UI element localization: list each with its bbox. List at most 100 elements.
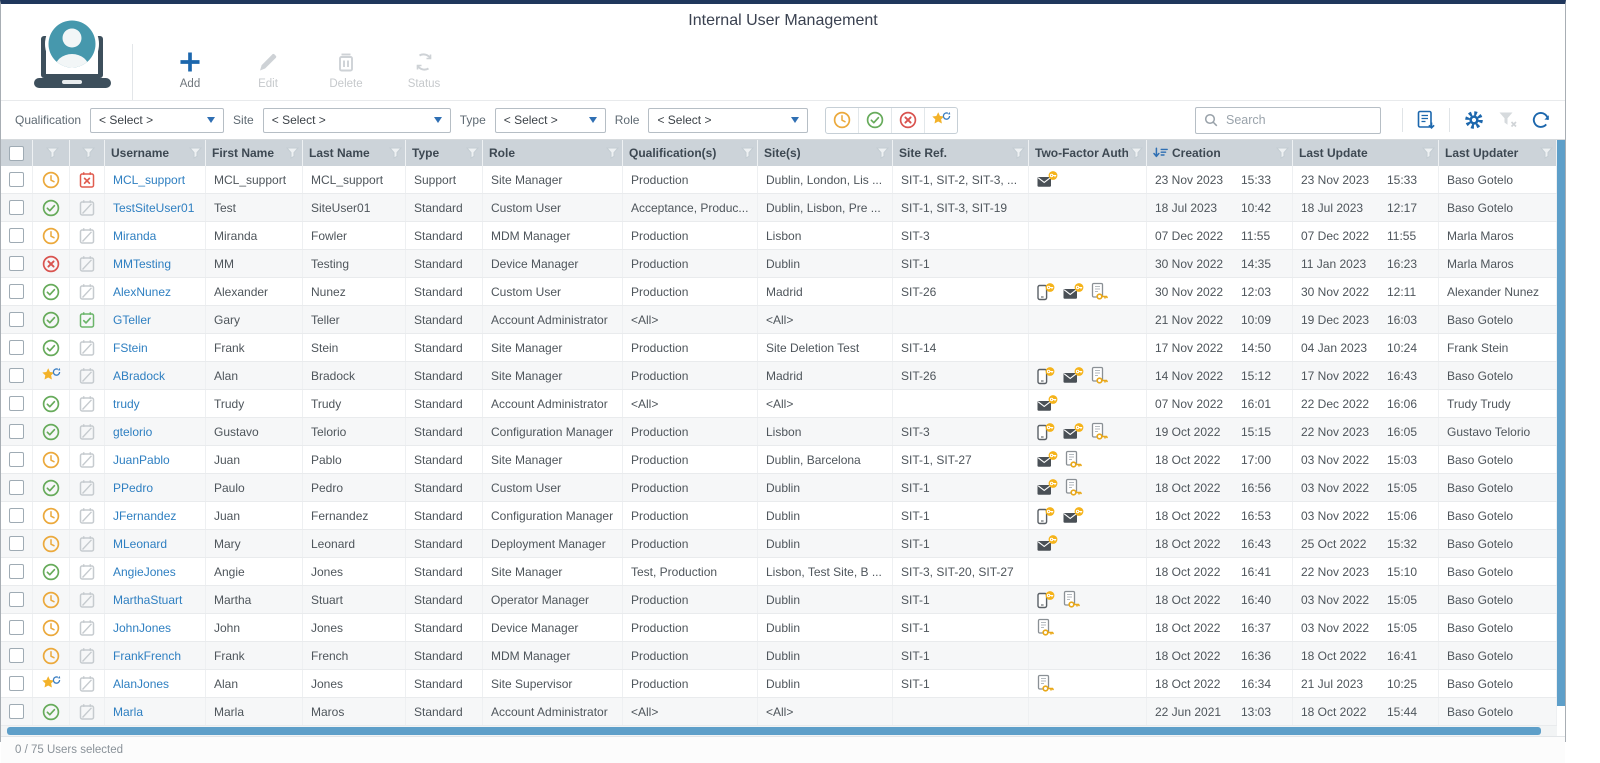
col-header-sites[interactable]: Site(s) — [758, 140, 893, 166]
username-link[interactable]: JohnJones — [113, 621, 171, 635]
filter-funnel-icon[interactable] — [1012, 147, 1025, 159]
username-link[interactable]: AlanJones — [113, 677, 169, 691]
col-header-last_name[interactable]: Last Name — [303, 140, 406, 166]
filter-funnel-icon[interactable] — [466, 147, 479, 159]
table-row[interactable]: GTeller Gary Teller Standard Account Adminis… — [1, 306, 1557, 334]
col-header-type[interactable]: Type — [406, 140, 483, 166]
row-checkbox[interactable] — [9, 228, 24, 243]
username-link[interactable]: JuanPablo — [113, 453, 170, 467]
filter-funnel-icon[interactable] — [876, 147, 889, 159]
username-link[interactable]: GTeller — [113, 313, 151, 327]
col-header-site_ref[interactable]: Site Ref. — [893, 140, 1029, 166]
username-link[interactable]: gtelorio — [113, 425, 152, 439]
table-row[interactable]: Miranda Miranda Fowler Standard MDM Manager P… — [1, 222, 1557, 250]
filter-funnel-icon[interactable] — [1422, 147, 1435, 159]
table-row[interactable]: MMTesting MM Testing Standard Device Manager… — [1, 250, 1557, 278]
table-row[interactable]: JFernandez Juan Fernandez Standard Configura… — [1, 502, 1557, 530]
vertical-scrollbar[interactable] — [1557, 140, 1565, 706]
row-checkbox[interactable] — [9, 620, 24, 635]
col-header-status[interactable] — [33, 140, 70, 166]
row-checkbox[interactable] — [9, 676, 24, 691]
row-checkbox[interactable] — [9, 312, 24, 327]
table-row[interactable]: AngieJones Angie Jones Standard Site Manager… — [1, 558, 1557, 586]
row-checkbox[interactable] — [9, 564, 24, 579]
row-checkbox[interactable] — [9, 256, 24, 271]
add-button[interactable]: Add — [151, 48, 229, 90]
username-link[interactable]: AlexNunez — [113, 285, 171, 299]
row-checkbox[interactable] — [9, 424, 24, 439]
clear-filter-icon[interactable] — [1498, 111, 1518, 129]
table-row[interactable]: MCL_support MCL_support MCL_support Support… — [1, 166, 1557, 194]
table-row[interactable]: ABradock Alan Bradock Standard Site Manager P… — [1, 362, 1557, 390]
qualification-select[interactable]: < Select > — [90, 107, 225, 133]
col-header-last_update[interactable]: Last Update — [1293, 140, 1439, 166]
table-row[interactable]: Marla Marla Maros Standard Account Administr… — [1, 698, 1557, 726]
table-row[interactable]: JohnJones John Jones Standard Device Manager… — [1, 614, 1557, 642]
filter-funnel-icon[interactable] — [45, 147, 59, 159]
filter-funnel-icon[interactable] — [1130, 147, 1143, 159]
col-header-username[interactable]: Username — [105, 140, 206, 166]
table-row[interactable]: TestSiteUser01 Test SiteUser01 Standard Cust… — [1, 194, 1557, 222]
filter-funnel-icon[interactable] — [1540, 147, 1553, 159]
row-checkbox[interactable] — [9, 396, 24, 411]
filter-funnel-icon[interactable] — [741, 147, 754, 159]
sort-descending-icon[interactable] — [1153, 147, 1169, 159]
search-input[interactable] — [1224, 112, 1372, 128]
row-checkbox[interactable] — [9, 452, 24, 467]
username-link[interactable]: PPedro — [113, 481, 153, 495]
filter-funnel-icon[interactable] — [389, 147, 402, 159]
table-row[interactable]: MarthaStuart Martha Stuart Standard Operator… — [1, 586, 1557, 614]
horizontal-scrollbar-thumb[interactable] — [7, 727, 1541, 735]
table-row[interactable]: FStein Frank Stein Standard Site Manager Prod… — [1, 334, 1557, 362]
table-row[interactable]: PPedro Paulo Pedro Standard Custom User Produ… — [1, 474, 1557, 502]
username-link[interactable]: JFernandez — [113, 509, 176, 523]
select-all-checkbox[interactable] — [9, 145, 24, 161]
filter-funnel-icon[interactable] — [81, 147, 95, 159]
row-checkbox[interactable] — [9, 172, 24, 187]
type-select[interactable]: < Select > — [494, 107, 606, 133]
table-row[interactable]: MLeonard Mary Leonard Standard Deployment Ma… — [1, 530, 1557, 558]
vertical-scrollbar-thumb[interactable] — [1557, 140, 1565, 706]
username-link[interactable]: Marla — [113, 705, 143, 719]
revoked-status-filter-button[interactable] — [892, 107, 926, 133]
col-header-qualifications[interactable]: Qualification(s) — [623, 140, 758, 166]
username-link[interactable]: TestSiteUser01 — [113, 201, 194, 215]
row-checkbox[interactable] — [9, 704, 24, 719]
row-checkbox[interactable] — [9, 648, 24, 663]
row-checkbox[interactable] — [9, 536, 24, 551]
username-link[interactable]: MarthaStuart — [113, 593, 182, 607]
username-link[interactable]: ABradock — [113, 369, 165, 383]
username-link[interactable]: trudy — [113, 397, 140, 411]
horizontal-scrollbar[interactable] — [1, 726, 1557, 736]
pending-status-filter-button[interactable] — [826, 107, 860, 133]
row-checkbox[interactable] — [9, 284, 24, 299]
username-link[interactable]: MCL_support — [113, 173, 185, 187]
username-link[interactable]: FrankFrench — [113, 649, 181, 663]
filter-funnel-icon[interactable] — [1276, 147, 1289, 159]
site-select[interactable]: < Select > — [262, 107, 451, 133]
table-row[interactable]: AlexNunez Alexander Nunez Standard Custom Us… — [1, 278, 1557, 306]
table-row[interactable]: JuanPablo Juan Pablo Standard Site Manager Pr… — [1, 446, 1557, 474]
active-status-filter-button[interactable] — [859, 107, 893, 133]
col-header-role[interactable]: Role — [483, 140, 623, 166]
gear-icon[interactable] — [1463, 109, 1485, 131]
row-checkbox[interactable] — [9, 592, 24, 607]
delete-button[interactable]: Delete — [307, 48, 385, 90]
refresh-icon[interactable] — [1531, 110, 1551, 130]
filter-funnel-icon[interactable] — [189, 147, 202, 159]
username-link[interactable]: MLeonard — [113, 537, 167, 551]
new-status-filter-button[interactable] — [925, 108, 957, 133]
col-header-last_updater[interactable]: Last Updater — [1439, 140, 1557, 166]
row-checkbox[interactable] — [9, 200, 24, 215]
username-link[interactable]: AngieJones — [113, 565, 176, 579]
filter-funnel-icon[interactable] — [286, 147, 299, 159]
export-icon[interactable] — [1416, 110, 1436, 131]
status-button[interactable]: Status — [385, 48, 463, 90]
col-header-validity[interactable] — [70, 140, 105, 166]
username-link[interactable]: FStein — [113, 341, 148, 355]
table-row[interactable]: trudy Trudy Trudy Standard Account Administr… — [1, 390, 1557, 418]
row-checkbox[interactable] — [9, 480, 24, 495]
role-select[interactable]: < Select > — [648, 107, 809, 133]
filter-funnel-icon[interactable] — [606, 147, 619, 159]
username-link[interactable]: MMTesting — [113, 257, 171, 271]
